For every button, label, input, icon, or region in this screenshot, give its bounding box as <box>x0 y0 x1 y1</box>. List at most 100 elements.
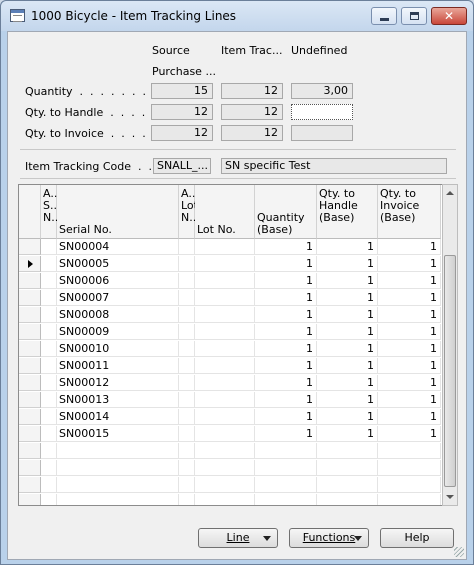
grid-cell[interactable] <box>179 392 195 408</box>
qty-to-invoice-cell[interactable]: 1 <box>378 273 441 289</box>
qty-to-handle-source-field[interactable]: 12 <box>151 104 213 120</box>
qty-to-handle-cell[interactable] <box>317 477 378 493</box>
serial-no-cell[interactable]: SN00007 <box>57 290 179 306</box>
serial-no-cell[interactable]: SN00005 <box>57 256 179 272</box>
qty-to-handle-cell[interactable] <box>317 443 378 459</box>
qty-to-invoice-cell[interactable]: 1 <box>378 358 441 374</box>
qty-to-invoice-cell[interactable]: 1 <box>378 341 441 357</box>
row-selector[interactable] <box>19 392 41 408</box>
quantity-cell[interactable] <box>255 443 317 459</box>
grid-cell[interactable] <box>41 409 57 425</box>
row-selector[interactable] <box>19 256 41 272</box>
grid-cell[interactable] <box>41 273 57 289</box>
quantity-cell[interactable] <box>255 460 317 476</box>
grid-cell[interactable] <box>41 358 57 374</box>
quantity-cell[interactable]: 1 <box>255 324 317 340</box>
lot-no-cell[interactable] <box>195 290 255 306</box>
qty-to-invoice-cell[interactable]: 1 <box>378 426 441 442</box>
lot-no-cell[interactable] <box>195 307 255 323</box>
qty-to-invoice-cell[interactable]: 1 <box>378 256 441 272</box>
row-selector[interactable] <box>19 290 41 306</box>
qty-to-invoice-undefined-field[interactable] <box>291 125 353 141</box>
grid-cell[interactable] <box>179 256 195 272</box>
quantity-cell[interactable]: 1 <box>255 358 317 374</box>
lot-no-cell[interactable] <box>195 443 255 459</box>
lot-no-cell[interactable] <box>195 392 255 408</box>
grid-cell[interactable] <box>179 460 195 476</box>
quantity-cell[interactable] <box>255 494 317 505</box>
grid-cell[interactable] <box>179 341 195 357</box>
grid-cell[interactable] <box>41 290 57 306</box>
qty-to-handle-cell[interactable]: 1 <box>317 409 378 425</box>
qty-to-invoice-cell[interactable] <box>378 460 441 476</box>
qty-to-invoice-item-tracking-field[interactable]: 12 <box>221 125 283 141</box>
qty-to-handle-cell[interactable]: 1 <box>317 290 378 306</box>
column-header-serial-no[interactable]: Serial No. <box>57 185 179 239</box>
scroll-thumb[interactable] <box>444 255 456 487</box>
serial-no-cell[interactable] <box>57 460 179 476</box>
item-tracking-code-field[interactable]: SNALL_... <box>153 158 211 174</box>
serial-no-cell[interactable] <box>57 494 179 505</box>
grid-vertical-scrollbar[interactable] <box>442 184 458 506</box>
serial-no-cell[interactable]: SN00006 <box>57 273 179 289</box>
grid-cell[interactable] <box>41 239 57 255</box>
serial-no-cell[interactable]: SN00008 <box>57 307 179 323</box>
column-header-appl-serial[interactable]: A... S... N... <box>41 185 62 239</box>
grid-cell[interactable] <box>179 290 195 306</box>
maximize-button[interactable] <box>401 7 427 25</box>
grid-cell[interactable] <box>179 443 195 459</box>
qty-to-handle-cell[interactable]: 1 <box>317 341 378 357</box>
lot-no-cell[interactable] <box>195 477 255 493</box>
column-header-qty-to-invoice-base[interactable]: Qty. to Invoice (Base) <box>378 185 441 239</box>
qty-to-handle-cell[interactable]: 1 <box>317 256 378 272</box>
grid-cell[interactable] <box>41 256 57 272</box>
row-selector[interactable] <box>19 443 41 459</box>
grid-cell[interactable] <box>41 477 57 493</box>
close-button[interactable]: ✕ <box>431 7 467 25</box>
scroll-up-button[interactable] <box>443 185 457 201</box>
qty-to-handle-cell[interactable]: 1 <box>317 426 378 442</box>
qty-to-invoice-source-field[interactable]: 12 <box>151 125 213 141</box>
row-selector[interactable] <box>19 426 41 442</box>
grid-cell[interactable] <box>41 494 57 505</box>
qty-to-invoice-cell[interactable]: 1 <box>378 324 441 340</box>
column-header-appl-lot[interactable]: A... Lot N... <box>179 185 200 239</box>
grid-cell[interactable] <box>179 494 195 505</box>
grid-cell[interactable] <box>41 460 57 476</box>
grid-cell[interactable] <box>41 307 57 323</box>
lot-no-cell[interactable] <box>195 239 255 255</box>
column-header-qty-to-handle-base[interactable]: Qty. to Handle (Base) <box>317 185 378 239</box>
grid-cell[interactable] <box>41 392 57 408</box>
qty-to-invoice-cell[interactable]: 1 <box>378 409 441 425</box>
serial-no-cell[interactable]: SN00014 <box>57 409 179 425</box>
grid-cell[interactable] <box>41 426 57 442</box>
row-selector[interactable] <box>19 307 41 323</box>
help-button[interactable]: Help <box>380 528 454 548</box>
tracking-lines-grid[interactable]: A... S... N... Serial No. A... Lot N... … <box>18 184 448 506</box>
qty-to-handle-cell[interactable]: 1 <box>317 307 378 323</box>
grid-cell[interactable] <box>179 239 195 255</box>
qty-to-invoice-cell[interactable]: 1 <box>378 392 441 408</box>
qty-to-invoice-cell[interactable] <box>378 443 441 459</box>
grid-cell[interactable] <box>179 426 195 442</box>
qty-to-invoice-cell[interactable]: 1 <box>378 290 441 306</box>
grid-cell[interactable] <box>41 375 57 391</box>
lot-no-cell[interactable] <box>195 358 255 374</box>
quantity-cell[interactable]: 1 <box>255 426 317 442</box>
lot-no-cell[interactable] <box>195 341 255 357</box>
row-selector[interactable] <box>19 477 41 493</box>
row-selector[interactable] <box>19 341 41 357</box>
title-bar[interactable]: 1000 Bicycle - Item Tracking Lines ✕ <box>1 1 473 31</box>
lot-no-cell[interactable] <box>195 494 255 505</box>
quantity-undefined-field[interactable]: 3,00 <box>291 83 353 99</box>
quantity-cell[interactable]: 1 <box>255 239 317 255</box>
qty-to-handle-item-tracking-field[interactable]: 12 <box>221 104 283 120</box>
grid-cell[interactable] <box>179 307 195 323</box>
qty-to-invoice-cell[interactable] <box>378 477 441 493</box>
qty-to-handle-cell[interactable]: 1 <box>317 273 378 289</box>
qty-to-handle-cell[interactable]: 1 <box>317 324 378 340</box>
grid-cell[interactable] <box>179 324 195 340</box>
grid-cell[interactable] <box>179 375 195 391</box>
serial-no-cell[interactable]: SN00010 <box>57 341 179 357</box>
lot-no-cell[interactable] <box>195 460 255 476</box>
